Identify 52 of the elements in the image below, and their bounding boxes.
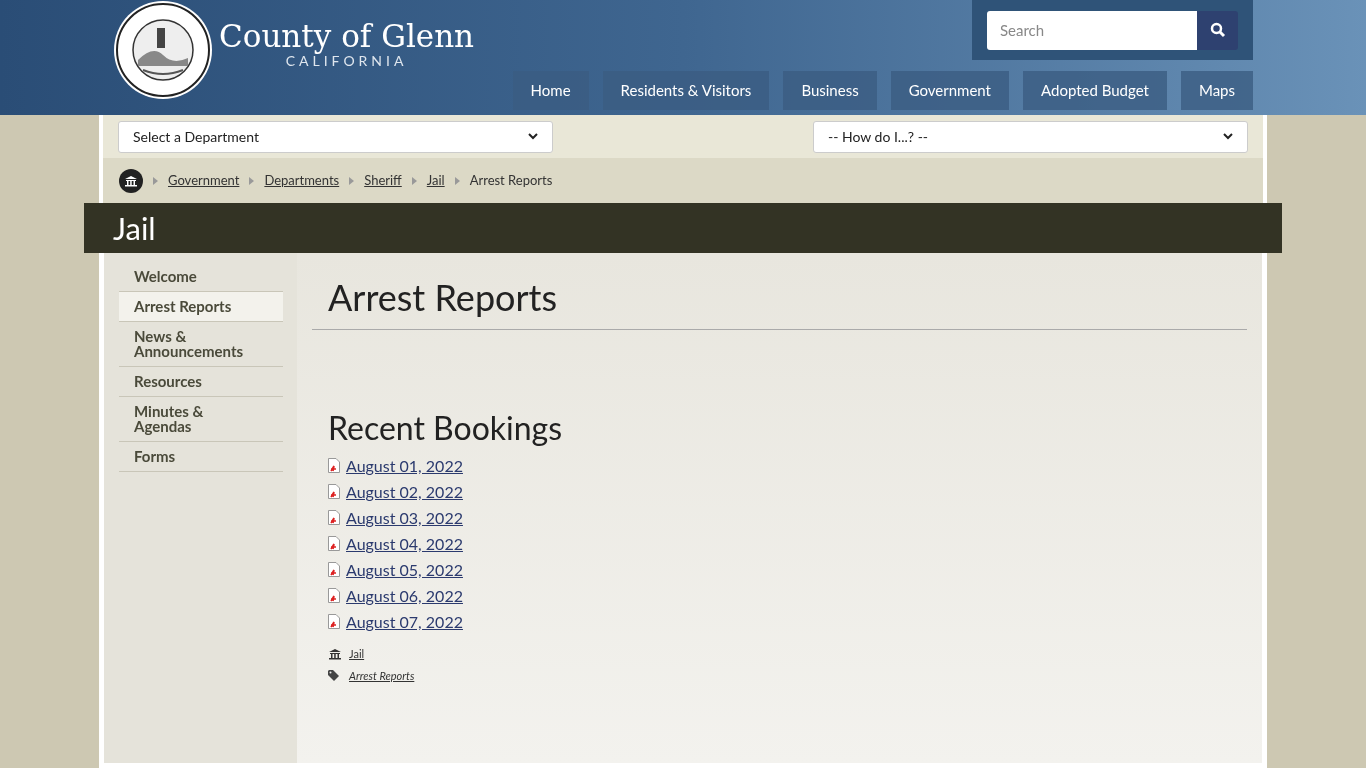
- pdf-file-icon: [328, 458, 340, 473]
- sidebar-item[interactable]: Forms: [119, 442, 283, 472]
- home-icon[interactable]: [119, 168, 143, 193]
- document-link[interactable]: August 01, 2022: [346, 455, 463, 476]
- nav-tab[interactable]: Business: [783, 71, 877, 110]
- section-heading: Recent Bookings: [327, 408, 564, 448]
- document-link[interactable]: August 05, 2022: [346, 559, 463, 580]
- breadcrumb-link[interactable]: Sheriff: [364, 170, 402, 191]
- breadcrumb-link[interactable]: Departments: [264, 170, 340, 191]
- sidebar-item[interactable]: Minutes & Agendas: [119, 397, 283, 442]
- site-subtitle: CALIFORNIA: [285, 54, 408, 68]
- pdf-file-icon: [328, 484, 340, 499]
- nav-tab[interactable]: Adopted Budget: [1023, 71, 1167, 110]
- document-link[interactable]: August 03, 2022: [346, 507, 463, 528]
- breadcrumb-current: Arrest Reports: [469, 170, 553, 190]
- search-icon: [1209, 22, 1226, 38]
- building-icon: [328, 648, 342, 661]
- page-title: Arrest Reports: [312, 275, 1247, 330]
- search-field[interactable]: Search: [987, 10, 1197, 50]
- nav-tab[interactable]: Home: [512, 71, 589, 110]
- caret-icon: [411, 176, 417, 185]
- caret-icon: [454, 176, 460, 185]
- document-link[interactable]: August 07, 2022: [346, 611, 463, 632]
- sidebar-item[interactable]: News & Announcements: [119, 322, 283, 367]
- nav-tab[interactable]: Maps: [1180, 71, 1253, 110]
- chevron-icon: [1223, 133, 1233, 140]
- pdf-file-icon: [328, 562, 340, 577]
- pdf-file-icon: [328, 588, 340, 603]
- breadcrumb-link[interactable]: Government: [168, 170, 240, 191]
- sidebar-item[interactable]: Resources: [119, 367, 283, 397]
- nav-tab[interactable]: Government: [890, 71, 1009, 110]
- how-do-i-select[interactable]: -- How do I...? --: [813, 120, 1248, 153]
- department-select[interactable]: Select a Department: [118, 120, 553, 153]
- search-button[interactable]: [1197, 10, 1238, 50]
- caret-icon: [153, 176, 158, 185]
- sidebar-item[interactable]: Arrest Reports: [119, 292, 283, 322]
- document-link[interactable]: August 02, 2022: [346, 481, 463, 502]
- pdf-file-icon: [328, 510, 340, 525]
- caret-icon: [249, 176, 255, 185]
- document-link[interactable]: August 04, 2022: [346, 533, 463, 554]
- tag-link[interactable]: Arrest Reports: [349, 667, 415, 684]
- site-title[interactable]: County of Glenn: [219, 18, 475, 54]
- chevron-icon: [528, 133, 538, 140]
- pdf-file-icon: [328, 614, 340, 629]
- caret-icon: [349, 176, 355, 185]
- pdf-file-icon: [328, 536, 340, 551]
- document-link[interactable]: August 06, 2022: [346, 585, 463, 606]
- department-link[interactable]: Jail: [349, 646, 365, 663]
- section-title: Jail: [113, 207, 156, 249]
- nav-tab[interactable]: Residents & Visitors: [602, 71, 770, 110]
- tags-icon: [328, 669, 342, 682]
- breadcrumb-link[interactable]: Jail: [426, 170, 445, 191]
